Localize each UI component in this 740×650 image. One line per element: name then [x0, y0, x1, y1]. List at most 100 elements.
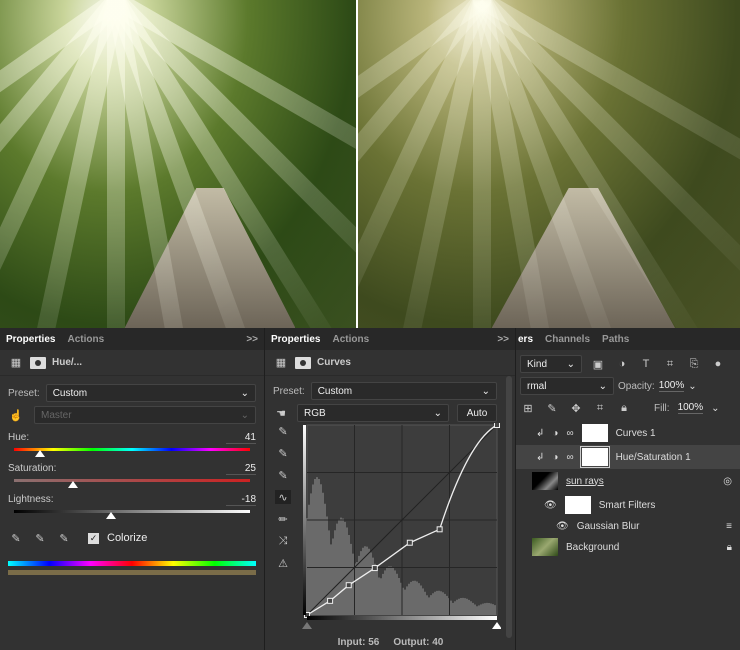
tab-paths[interactable]: Paths [602, 334, 629, 345]
saturation-slider[interactable] [14, 479, 250, 488]
curve-point[interactable] [494, 423, 500, 428]
type-filter-icon[interactable]: T [638, 357, 654, 371]
smart-filters-row[interactable]: 👁︎ Smart Filters [516, 493, 740, 517]
auto-button[interactable]: Auto [457, 404, 497, 422]
tab-properties[interactable]: Properties [6, 334, 55, 345]
layer-background[interactable]: Background 🔒︎ [516, 535, 740, 559]
filter-toggle[interactable]: ● [710, 357, 726, 371]
lock-position-icon[interactable]: ✥ [568, 401, 584, 415]
black-point-eyedropper-icon[interactable]: ✎ [275, 424, 291, 438]
hue-slider-thumb[interactable] [34, 450, 45, 457]
curves-icon[interactable]: ▦ [273, 356, 289, 370]
tab-actions[interactable]: Actions [67, 334, 104, 345]
tab-layers[interactable]: ers [518, 334, 533, 345]
hue-value-input[interactable]: 41 [226, 432, 256, 444]
link-icon: ∞ [566, 427, 574, 439]
targeted-adjustment-hand-icon[interactable]: ☝ [8, 408, 24, 422]
opacity-label: Opacity: [618, 380, 655, 392]
curve-point[interactable] [327, 597, 334, 604]
curve-point-tool-icon[interactable]: ∿ [275, 490, 291, 504]
adjustment-icon: ◑ [552, 451, 559, 463]
gray-point-eyedropper-icon[interactable]: ✎ [275, 446, 291, 460]
pencil-icon[interactable]: ✏ [275, 512, 291, 526]
smooth-icon[interactable]: ⤨ [275, 534, 291, 548]
curve-point[interactable] [345, 582, 352, 589]
smart-object-filter-icon[interactable]: ⎘ [686, 357, 702, 371]
colorize-checkbox[interactable]: ✓ [88, 532, 99, 544]
gaussian-blur-filter-row[interactable]: 👁︎ Gaussian Blur ≡ [516, 517, 740, 535]
clipping-warning-icon[interactable]: ⚠ [275, 556, 291, 570]
preset-value: Custom [52, 387, 88, 399]
curve-point[interactable] [371, 565, 378, 572]
channel-select[interactable]: Master ⌄ [34, 406, 256, 424]
tab-channels[interactable]: Channels [545, 334, 590, 345]
saturation-slider-thumb[interactable] [68, 481, 78, 488]
visibility-eye-icon[interactable]: 👁︎ [556, 521, 569, 532]
lock-transparent-icon[interactable]: ⊞ [520, 401, 536, 415]
lightness-slider-thumb[interactable] [105, 512, 116, 519]
targeted-adjustment-icon[interactable]: ☚ [273, 406, 289, 420]
fill-input[interactable]: 100% [677, 402, 704, 414]
eyedropper-minus-icon[interactable]: ✎ [56, 531, 72, 545]
curve-point[interactable] [436, 526, 443, 533]
filter-kind-select[interactable]: Kind ⌄ [520, 355, 582, 373]
layer-mask-thumbnail [581, 424, 608, 442]
preset-select[interactable]: Custom ⌄ [45, 384, 256, 402]
filter-name: Gaussian Blur [576, 520, 640, 532]
scrollbar[interactable] [506, 376, 512, 638]
preset-label: Preset: [273, 385, 305, 397]
mask-icon[interactable] [295, 356, 311, 369]
lightness-label: Lightness: [8, 494, 54, 505]
visibility-eye-icon[interactable]: 👁︎ [544, 500, 557, 511]
layer-mask-thumbnail [579, 446, 610, 468]
smart-filters-label: Smart Filters [598, 499, 656, 511]
blend-mode-select[interactable]: rmal ⌄ [520, 377, 614, 395]
shape-filter-icon[interactable]: ⌗ [662, 357, 678, 371]
eyedropper-icon[interactable]: ✎ [8, 531, 24, 545]
output-readout: Output: 40 [393, 637, 444, 648]
channel-value: Master [41, 409, 72, 421]
layer-curves[interactable]: ↲ ◑ ∞ Curves 1 [516, 421, 740, 445]
preset-select[interactable]: Custom ⌄ [310, 382, 497, 400]
panel-title: Curves [317, 357, 351, 368]
curves-graph[interactable] [301, 423, 501, 633]
lightness-value-input[interactable]: -18 [226, 494, 256, 506]
hue-saturation-icon[interactable]: ▦ [8, 356, 24, 370]
before-photo [0, 0, 356, 328]
clip-icon: ↲ [536, 427, 545, 439]
preset-label: Preset: [8, 387, 40, 399]
lock-artboard-icon[interactable]: ⌗ [592, 401, 608, 415]
panel-menu-button[interactable]: >> [497, 334, 509, 345]
lock-pixels-icon[interactable]: ✎ [544, 401, 560, 415]
black-point-slider[interactable] [302, 622, 312, 629]
layer-sun-rays[interactable]: sun rays ◎ [516, 469, 740, 493]
channel-select[interactable]: RGB ⌄ [297, 404, 449, 422]
eyedropper-plus-icon[interactable]: ✎ [32, 531, 48, 545]
link-icon: ∞ [566, 451, 574, 463]
lock-all-icon[interactable]: 🔒︎ [616, 401, 632, 415]
curve-point[interactable] [406, 539, 413, 546]
mask-icon[interactable] [30, 356, 46, 369]
layer-thumbnail [532, 538, 558, 556]
channel-value: RGB [304, 407, 326, 419]
clip-icon: ↲ [536, 451, 545, 463]
tab-properties[interactable]: Properties [271, 334, 320, 345]
image-filter-icon[interactable]: ▣ [590, 357, 606, 371]
lightness-slider[interactable] [14, 510, 250, 519]
panel-menu-button[interactable]: >> [246, 334, 258, 345]
filter-mask-thumbnail [564, 496, 591, 514]
fill-label: Fill: [654, 402, 670, 414]
saturation-value-input[interactable]: 25 [226, 463, 256, 475]
tab-actions[interactable]: Actions [332, 334, 369, 345]
adjustment-filter-icon[interactable]: ◑ [614, 357, 630, 371]
layer-name: Curves 1 [615, 427, 656, 439]
white-point-eyedropper-icon[interactable]: ✎ [275, 468, 291, 482]
hue-slider[interactable] [14, 448, 250, 457]
hue-label: Hue: [8, 432, 30, 443]
opacity-input[interactable]: 100% [658, 380, 685, 392]
blending-options-icon[interactable]: ≡ [726, 521, 732, 532]
smart-filter-badge-icon[interactable]: ◎ [723, 476, 732, 487]
filter-kind-value: Kind [527, 358, 548, 370]
white-point-slider[interactable] [492, 622, 501, 629]
layer-hue-saturation[interactable]: ↲ ◑ ∞ Hue/Saturation 1 [516, 445, 740, 469]
